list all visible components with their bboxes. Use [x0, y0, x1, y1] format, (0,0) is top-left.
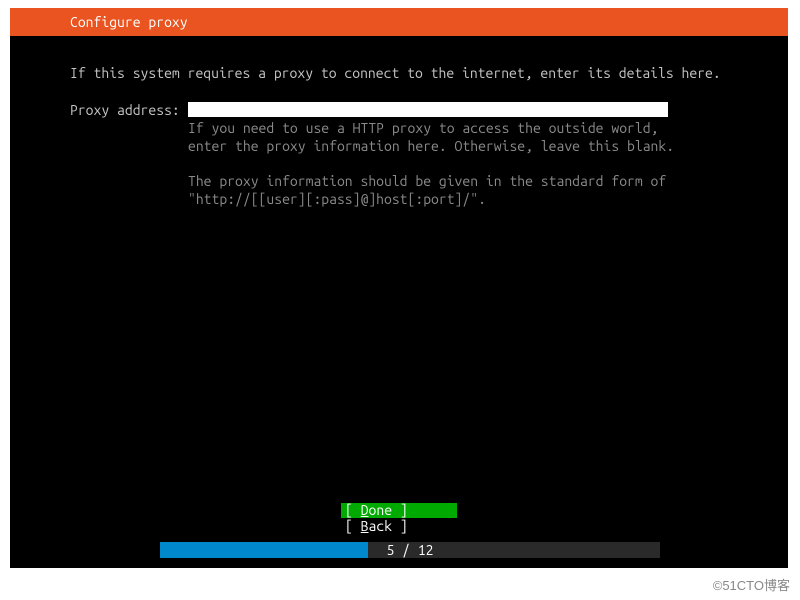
header-bar: Configure proxy [10, 8, 788, 36]
proxy-address-label: Proxy address: [70, 102, 188, 118]
content-area: If this system requires a proxy to conne… [10, 36, 788, 208]
watermark: ©51CTO博客 [713, 575, 790, 594]
done-button[interactable]: [ Done ] [341, 503, 457, 518]
proxy-field-row: Proxy address: If you need to use a HTTP… [70, 102, 728, 208]
proxy-input-column: If you need to use a HTTP proxy to acces… [188, 102, 728, 208]
page-title: Configure proxy [70, 14, 188, 30]
intro-text: If this system requires a proxy to conne… [70, 64, 728, 82]
proxy-address-input[interactable] [188, 102, 668, 117]
back-button[interactable]: [ Back ] [341, 519, 457, 534]
proxy-help-text-2: The proxy information should be given in… [188, 172, 688, 208]
progress-bar: 5 / 12 [160, 542, 660, 558]
button-area: [ Done ] [ Back ] [10, 502, 788, 534]
progress-label: 5 / 12 [160, 542, 660, 558]
proxy-help-text-1: If you need to use a HTTP proxy to acces… [188, 119, 688, 155]
installer-window: Configure proxy If this system requires … [10, 8, 788, 568]
